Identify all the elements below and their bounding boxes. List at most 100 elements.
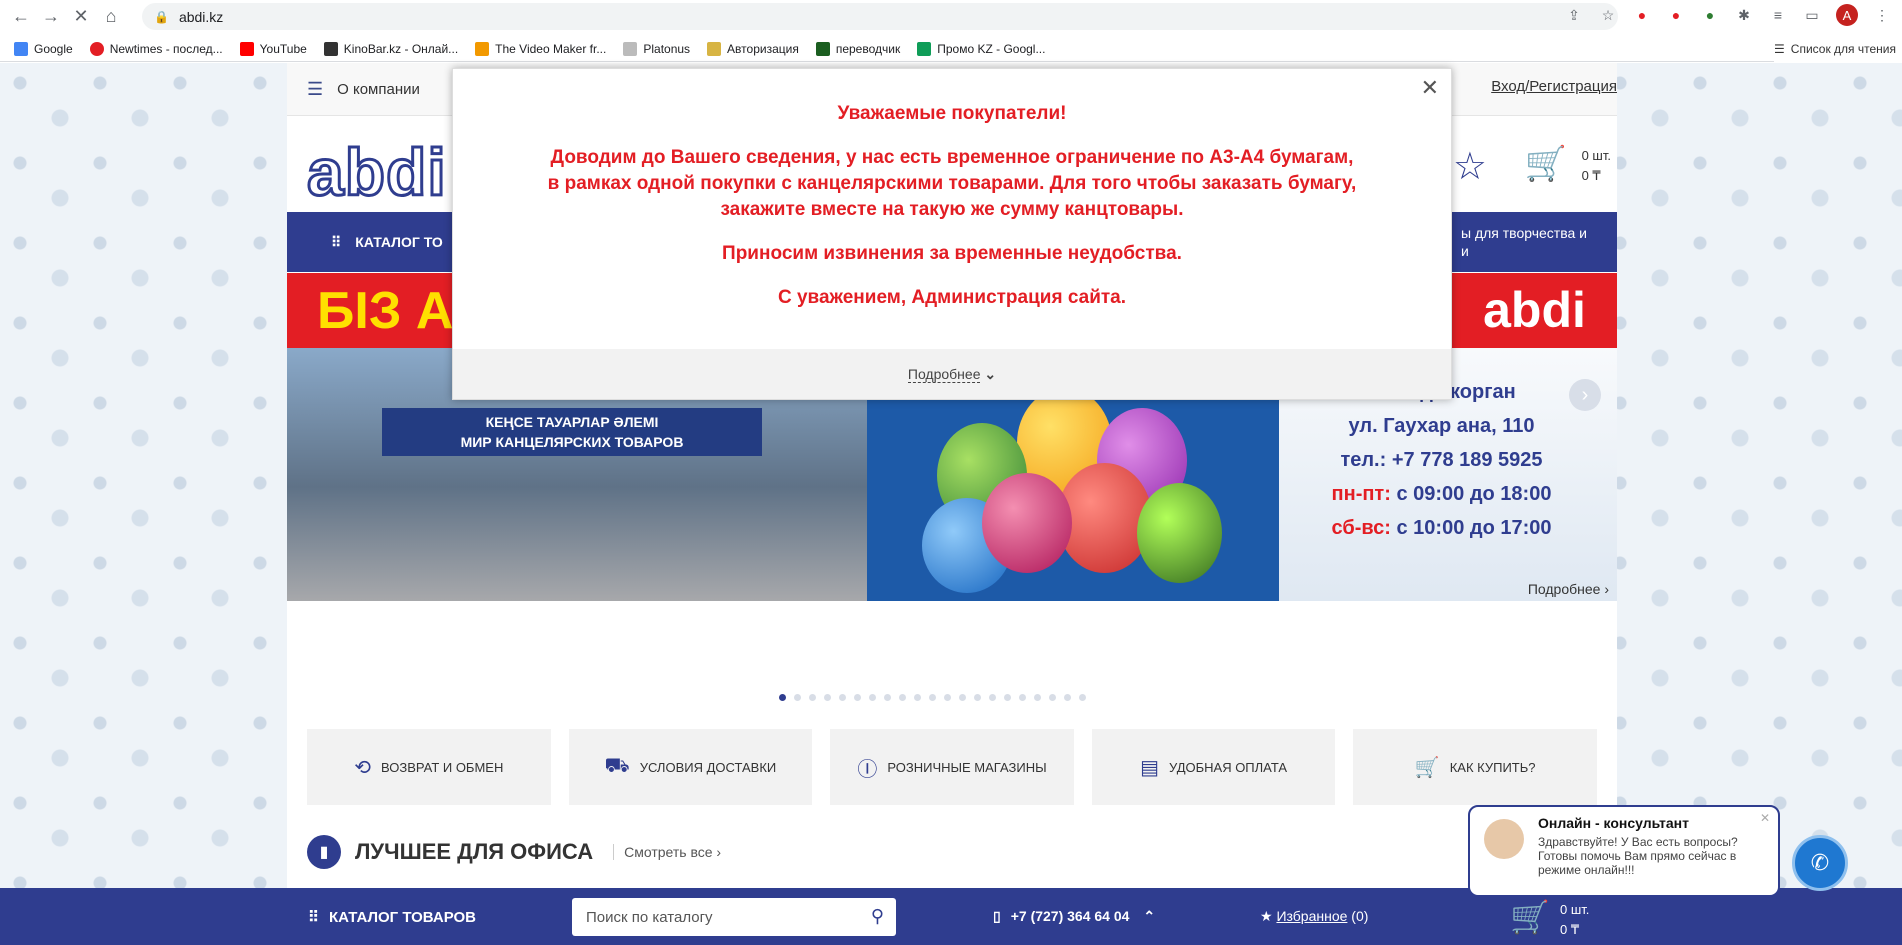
reading-list[interactable]: ☰ Список для чтения — [1774, 36, 1902, 62]
hamburger-icon[interactable]: ☰ — [307, 79, 323, 100]
stop-icon[interactable]: ✕ — [66, 1, 96, 31]
cart-summary[interactable]: 0 шт. 0 ₸ — [1582, 146, 1611, 186]
slider-dot[interactable] — [839, 694, 846, 701]
bottom-catalog-button[interactable]: ⠿ КАТАЛОГ ТОВАРОВ — [308, 908, 476, 926]
feature-delivery[interactable]: ⛟ Условия доставки — [568, 729, 813, 805]
bottom-favorites[interactable]: ★ Избранное (0) — [1260, 908, 1368, 925]
address-url: abdi.kz — [178, 8, 224, 25]
slider-dot[interactable] — [1079, 694, 1086, 701]
adblock-icon[interactable]: ● — [1632, 5, 1652, 25]
window-icon[interactable]: ▭ — [1802, 5, 1822, 25]
category-link[interactable]: ы для творчества и и — [1461, 224, 1587, 260]
chat-widget[interactable]: ✕ Онлайн - консультант Здравствуйте! У В… — [1468, 805, 1780, 897]
slider-dot[interactable] — [884, 694, 891, 701]
modal-more[interactable]: Подробнее ⌄ — [453, 349, 1451, 399]
feature-return[interactable]: ⟲ Возврат и обмен — [307, 729, 551, 805]
share-icon[interactable]: ⇪ — [1564, 5, 1584, 25]
kinobar-icon — [323, 41, 338, 56]
back-icon[interactable]: ← — [6, 1, 36, 31]
bookmark-item[interactable]: переводчик — [815, 41, 900, 56]
slider-dot[interactable] — [854, 694, 861, 701]
balloon — [982, 473, 1072, 573]
slider-dot[interactable] — [929, 694, 936, 701]
cart-qty: 0 шт. — [1581, 148, 1611, 163]
about-link[interactable]: О компании — [337, 81, 420, 98]
see-all-link[interactable]: Смотреть все › — [613, 844, 721, 860]
forward-icon[interactable]: → — [36, 1, 66, 31]
puzzle-icon[interactable]: ✱ — [1734, 5, 1754, 25]
auth-icon — [707, 41, 722, 56]
bookmark-item[interactable]: Newtimes - послед... — [89, 41, 223, 56]
slider-dot[interactable] — [989, 694, 996, 701]
bookmarks-bar: Google Newtimes - послед... YouTube Kino… — [0, 36, 1902, 62]
extension-icon[interactable]: ● — [1700, 5, 1720, 25]
slider-dot[interactable] — [1064, 694, 1071, 701]
favorites-star-icon[interactable]: ☆ — [1453, 144, 1487, 189]
bookmark-item[interactable]: YouTube — [239, 41, 307, 56]
bottom-cart-summary[interactable]: 0 шт. 0 ₸ — [1560, 900, 1589, 940]
bookmark-star-icon[interactable]: ☆ — [1598, 5, 1618, 25]
slider-dot[interactable] — [779, 694, 786, 701]
search-input[interactable]: Поиск по каталогу ⚲ — [572, 898, 896, 936]
feature-payment[interactable]: ▤ Удобная оплата — [1091, 729, 1336, 805]
slider-dot[interactable] — [1004, 694, 1011, 701]
profile-avatar[interactable]: A — [1836, 4, 1858, 26]
section-title: ЛУЧШЕЕ ДЛЯ ОФИСА — [355, 839, 594, 864]
star-icon: ★ — [1260, 908, 1273, 924]
bookmark-item[interactable]: Platonus — [623, 41, 690, 56]
home-icon[interactable]: ⌂ — [96, 1, 126, 31]
close-icon[interactable]: ✕ — [1760, 811, 1770, 825]
playlist-icon[interactable]: ≡ — [1768, 5, 1788, 25]
consultant-avatar — [1484, 819, 1524, 859]
bottom-phone[interactable]: ▯ +7 (727) 364 64 04 ⌃ — [993, 908, 1155, 925]
login-link[interactable]: Вход/Регистрация — [1491, 78, 1617, 95]
feature-stores[interactable]: ⓘ Розничные магазины — [830, 729, 1074, 805]
bookmark-item[interactable]: Промо KZ - Googl... — [917, 41, 1045, 56]
cart-sum: 0 ₸ — [1581, 168, 1601, 183]
slider-dot[interactable] — [899, 694, 906, 701]
bookmark-item[interactable]: The Video Maker fr... — [475, 41, 606, 56]
slider-dot[interactable] — [1034, 694, 1041, 701]
slider-dot[interactable] — [869, 694, 876, 701]
office-icon: ▮ — [307, 835, 341, 869]
cart-icon[interactable]: 🛒 — [1525, 144, 1567, 184]
slider-dot[interactable] — [809, 694, 816, 701]
chat-text: Здравствуйте! У Вас есть вопросы? Готовы… — [1538, 835, 1738, 877]
bookmark-item[interactable]: KinoBar.kz - Онлай... — [323, 41, 458, 56]
newtimes-icon — [89, 41, 104, 56]
search-icon[interactable]: ⚲ — [871, 906, 884, 927]
catalog-button[interactable]: КАТАЛОГ ТО — [355, 234, 443, 250]
chat-title: Онлайн - консультант — [1538, 815, 1689, 831]
phone-call-icon[interactable]: ✆ — [1792, 835, 1848, 891]
page-icon — [623, 41, 638, 56]
slider-dot[interactable] — [914, 694, 921, 701]
grid-icon: ⠿ — [308, 909, 319, 926]
sheets-icon — [917, 41, 932, 56]
slider-dot[interactable] — [1049, 694, 1056, 701]
feature-how-to-buy[interactable]: 🛒 Как купить? — [1353, 729, 1597, 805]
lock-icon: 🔒 — [154, 9, 169, 24]
info-icon: ⓘ — [857, 758, 878, 781]
banner-logo: abdi — [1452, 273, 1617, 348]
close-icon[interactable]: ✕ — [1421, 75, 1439, 101]
bookmark-item[interactable]: Авторизация — [707, 41, 799, 56]
chevron-down-icon: ⌄ — [984, 365, 997, 382]
return-icon: ⟲ — [354, 756, 371, 779]
bookmark-item[interactable]: Google — [14, 41, 73, 56]
extension-icon[interactable]: ● — [1666, 5, 1686, 25]
slider-dot[interactable] — [794, 694, 801, 701]
chevron-up-icon[interactable]: ⌃ — [1143, 908, 1155, 924]
address-bar[interactable]: 🔒 abdi.kz — [142, 3, 1618, 30]
slider-dot[interactable] — [824, 694, 831, 701]
slider-dot[interactable] — [1019, 694, 1026, 701]
banner-more-link[interactable]: Подробнее › — [1528, 581, 1609, 597]
slider-dot[interactable] — [944, 694, 951, 701]
slider-dot[interactable] — [959, 694, 966, 701]
chevron-right-icon: › — [1604, 581, 1609, 597]
slider-next-icon[interactable]: › — [1569, 379, 1601, 411]
payment-icon: ▤ — [1140, 756, 1160, 779]
menu-icon[interactable]: ⋮ — [1872, 5, 1892, 25]
slider-dot[interactable] — [974, 694, 981, 701]
site-logo[interactable]: abdi — [306, 134, 448, 211]
bottom-cart-icon[interactable]: 🛒 — [1510, 898, 1550, 936]
